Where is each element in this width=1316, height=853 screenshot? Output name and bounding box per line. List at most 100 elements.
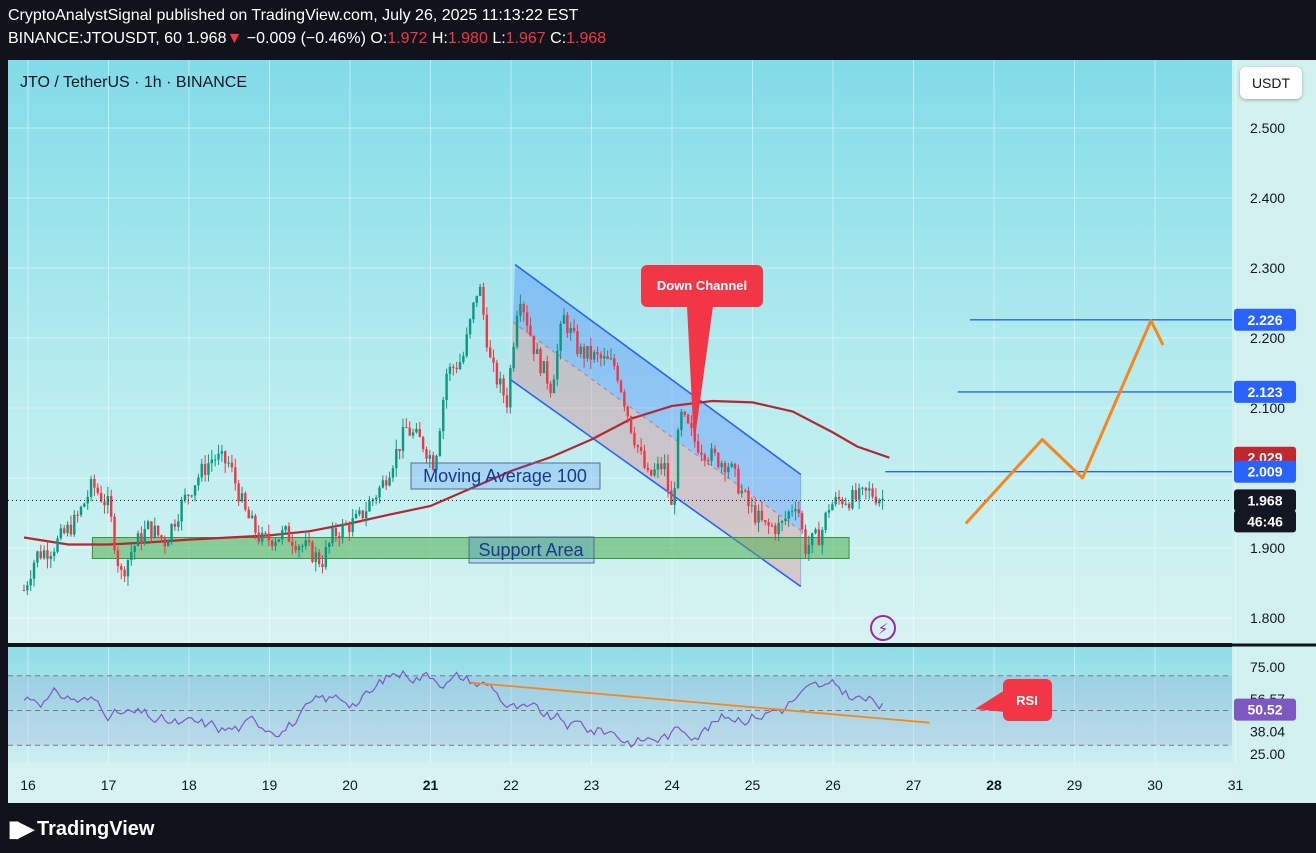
candle-body	[291, 541, 294, 546]
candle-body	[804, 529, 807, 554]
candle-body	[653, 469, 656, 476]
candle-body	[317, 552, 321, 565]
candle-body	[780, 520, 784, 523]
candle-body	[733, 463, 737, 469]
candle-body	[368, 501, 371, 512]
candle-body	[421, 437, 425, 450]
candle-body	[140, 533, 143, 544]
price-axis-label: 2.400	[1250, 190, 1285, 206]
candle-body	[297, 546, 301, 551]
close-label: C:	[550, 30, 567, 47]
candle-body	[126, 560, 130, 577]
candle-body	[361, 510, 364, 519]
time-axis-label: 31	[1228, 777, 1244, 793]
tradingview-brand: TradingView	[37, 817, 155, 840]
candle-body	[381, 480, 385, 488]
open-label: O:	[370, 30, 388, 47]
candle-body	[247, 509, 250, 519]
candle-body	[673, 488, 676, 505]
candle-body	[589, 345, 593, 360]
candle-body	[871, 488, 874, 497]
candle-body	[462, 355, 465, 363]
currency-button[interactable]: USDT	[1240, 67, 1302, 99]
candle-body	[395, 448, 398, 469]
candle-body	[314, 552, 317, 562]
candle-body	[753, 505, 757, 523]
candle-body	[710, 448, 713, 461]
candle-body	[415, 428, 418, 433]
candle-body	[854, 489, 858, 500]
candle-body	[505, 395, 509, 408]
price-axis-label: 1.900	[1250, 540, 1285, 556]
candle-body	[720, 463, 723, 468]
tradingview-logo-icon: ▮▶	[8, 816, 34, 841]
time-axis-label: 26	[825, 777, 841, 793]
candle-body	[408, 427, 411, 436]
time-axis-label: 21	[423, 777, 439, 793]
price-axis-label: 1.800	[1250, 610, 1285, 626]
candle-body	[881, 498, 884, 501]
candle-body	[156, 525, 160, 536]
candle-body	[757, 510, 760, 523]
candle-body	[576, 331, 579, 354]
candle-body	[411, 432, 415, 436]
price-badge-label: 2.226	[1247, 312, 1282, 328]
candle-body	[700, 452, 703, 455]
candle-body	[747, 490, 750, 506]
candle-body	[676, 430, 680, 489]
candle-body	[29, 578, 32, 586]
candle-body	[344, 524, 348, 526]
candle-body	[200, 463, 203, 478]
candle-body	[663, 463, 666, 470]
candle-body	[686, 414, 690, 424]
candle-body	[56, 538, 59, 552]
candle-body	[532, 335, 536, 354]
candle-body	[660, 463, 663, 470]
candle-body	[240, 493, 244, 502]
candle-body	[777, 522, 780, 535]
candle-body	[398, 448, 401, 452]
candle-body	[794, 509, 797, 512]
candle-body	[405, 427, 408, 429]
candle-body	[130, 551, 133, 561]
candle-body	[351, 518, 354, 533]
symbol-title: JTO / TetherUS · 1h · BINANCE	[20, 74, 248, 91]
tradingview-logo[interactable]: ▮▶ TradingView	[8, 816, 154, 842]
candle-body	[837, 496, 841, 500]
candle-body	[113, 516, 116, 551]
price-axis-label: 2.500	[1250, 120, 1285, 136]
time-axis-label: 19	[262, 777, 278, 793]
candle-body	[281, 530, 284, 540]
candle-body	[643, 450, 646, 468]
candle-body	[39, 551, 42, 559]
candle-body	[311, 542, 314, 562]
candle-body	[103, 501, 106, 506]
candle-body	[32, 562, 36, 579]
candle-body	[599, 354, 603, 359]
publisher-line: CryptoAnalystSignal published on Trading…	[8, 7, 579, 24]
candle-body	[750, 505, 754, 507]
candle-body	[472, 302, 475, 320]
candle-body	[502, 378, 505, 396]
candle-body	[76, 514, 79, 516]
candle-body	[120, 566, 123, 570]
candle-body	[650, 469, 653, 476]
candle-body	[633, 432, 636, 446]
candle-body	[737, 468, 740, 494]
candle-body	[844, 503, 847, 505]
candle-body	[586, 345, 589, 359]
price-change: −0.009 (−0.46%)	[246, 30, 366, 47]
candle-body	[167, 540, 170, 547]
candle-body	[146, 521, 150, 530]
candle-body	[790, 511, 794, 513]
candle-body	[492, 357, 495, 363]
rsi-axis-label: 38.04	[1250, 723, 1285, 739]
candle-body	[458, 362, 462, 370]
candle-body	[646, 467, 650, 470]
candle-body	[385, 480, 388, 486]
candle-body	[760, 510, 764, 521]
price-axis-label: 2.200	[1250, 330, 1285, 346]
candle-body	[328, 543, 331, 547]
candle-body	[284, 526, 287, 531]
candle-body	[150, 521, 153, 538]
